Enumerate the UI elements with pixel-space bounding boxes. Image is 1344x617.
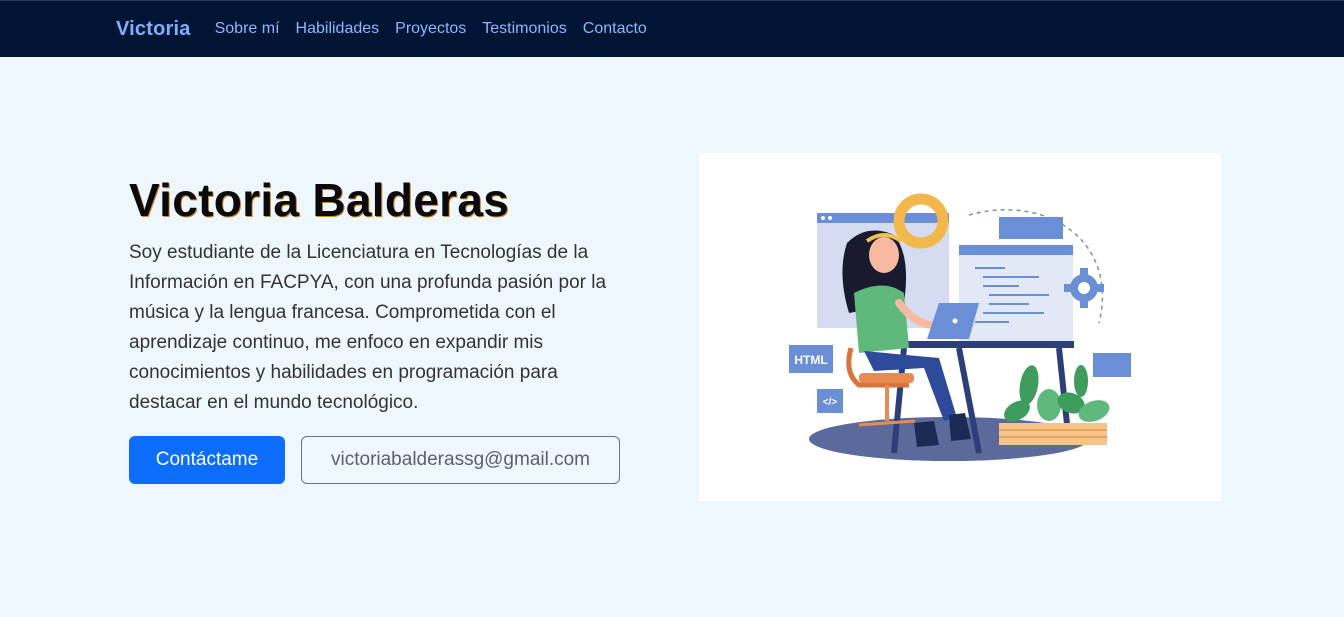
code-window-bar: [959, 245, 1073, 255]
hero-description: Soy estudiante de la Licenciatura en Tec…: [129, 242, 607, 413]
brand-link[interactable]: Victoria: [116, 18, 191, 41]
html-badge-label: HTML: [794, 353, 827, 367]
torso: [854, 285, 909, 353]
laptop-logo: [952, 318, 958, 324]
nav-links: Sobre mí Habilidades Proyectos Testimoni…: [215, 20, 663, 38]
nav-link-testimonios[interactable]: Testimonios: [482, 20, 566, 38]
face: [869, 237, 899, 273]
code-window: [959, 245, 1073, 341]
nav-link-contacto[interactable]: Contacto: [583, 20, 647, 38]
floating-panel: [999, 217, 1063, 239]
hero-illustration: HTML </>: [699, 153, 1221, 501]
code-badge-label: </>: [823, 397, 838, 408]
navbar: Victoria Sobre mí Habilidades Proyectos …: [0, 0, 1344, 57]
email-button[interactable]: victoriabalderassg@gmail.com: [301, 436, 620, 484]
hero-actions: Contáctame victoriabalderassg@gmail.com: [129, 436, 649, 484]
nav-link-habilidades[interactable]: Habilidades: [296, 20, 380, 38]
window-dot: [828, 216, 832, 220]
hero-title: Victoria Balderas: [129, 174, 510, 226]
floating-panel-small: [1093, 353, 1131, 377]
browser-bar-left: [817, 213, 949, 223]
plant-pot: [999, 423, 1107, 445]
contact-button[interactable]: Contáctame: [129, 436, 285, 484]
nav-link-sobre-mi[interactable]: Sobre mí: [215, 20, 280, 38]
developer-illustration: HTML </>: [789, 193, 1131, 461]
window-dot: [821, 216, 825, 220]
hero-section: Victoria Balderas Soy estudiante de la L…: [129, 172, 649, 484]
nav-link-proyectos[interactable]: Proyectos: [395, 20, 466, 38]
chair-seat: [859, 373, 914, 383]
